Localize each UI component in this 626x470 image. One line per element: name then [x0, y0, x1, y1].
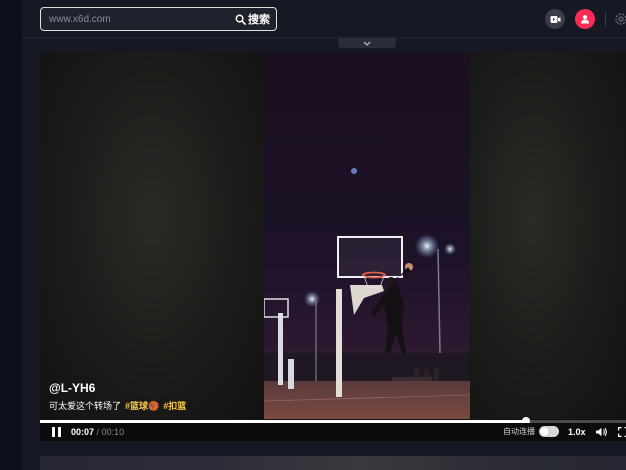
video-player[interactable]: @L-YH6 可太爱这个转场了 #篮球🏀 #扣篮 00:07 / 00:10 自动连… — [40, 53, 626, 441]
pause-icon — [52, 427, 55, 437]
hoop-pole-left — [278, 313, 283, 385]
search-button-label: 搜索 — [248, 14, 270, 26]
chevron-down-icon — [363, 41, 371, 46]
autoplay-label: 自动连播 — [503, 427, 535, 436]
video-blur-backdrop-right — [470, 53, 626, 419]
user-icon — [581, 15, 589, 24]
video-blur-backdrop-left — [40, 53, 264, 419]
player-head — [387, 277, 395, 285]
floodlight-glow-left — [304, 291, 320, 307]
collapse-header-button[interactable] — [338, 38, 396, 48]
app-root: 搜索 — [0, 0, 626, 470]
fullscreen-icon[interactable] — [618, 427, 626, 437]
search-box: 搜索 — [40, 7, 277, 31]
time-separator: / — [94, 427, 102, 437]
hashtag-basketball[interactable]: #篮球🏀 — [125, 401, 159, 411]
video-frame — [264, 53, 470, 419]
floodlight-glow-far-right — [444, 243, 456, 255]
pause-icon-bar — [58, 427, 61, 437]
settings-button[interactable] — [614, 12, 626, 26]
search-input[interactable] — [49, 8, 229, 30]
search-button[interactable]: 搜索 — [235, 11, 270, 27]
current-time: 00:07 — [71, 427, 95, 437]
left-sidebar — [0, 0, 22, 470]
duration: 00:10 — [101, 427, 125, 437]
bench — [392, 377, 432, 381]
moon — [351, 168, 357, 174]
playback-speed-button[interactable]: 1.0x — [568, 427, 586, 437]
camera-icon — [550, 15, 560, 23]
top-actions — [545, 8, 626, 30]
backboard — [337, 236, 403, 278]
top-divider — [605, 12, 606, 26]
next-video-preview[interactable] — [40, 456, 626, 470]
distant-trees — [264, 353, 470, 383]
time-display: 00:07 / 00:10 — [71, 427, 124, 437]
top-bar: 搜索 — [22, 0, 626, 38]
video-author[interactable]: @L-YH6 — [49, 381, 349, 395]
search-icon — [235, 14, 246, 25]
player-controls: 00:07 / 00:10 自动连播 1.0x — [40, 423, 626, 441]
autoplay-toggle[interactable] — [539, 426, 559, 437]
video-description: 可太爱这个转场了 #篮球🏀 #扣篮 — [49, 399, 349, 412]
video-caption: @L-YH6 可太爱这个转场了 #篮球🏀 #扣篮 — [49, 381, 349, 412]
hashtag-dunk[interactable]: #扣篮 — [163, 401, 186, 411]
volume-icon[interactable] — [596, 427, 608, 437]
video-description-text: 可太爱这个转场了 — [49, 401, 122, 411]
user-avatar-button[interactable] — [575, 9, 595, 29]
autoplay-control: 自动连播 — [503, 426, 559, 437]
upload-video-button[interactable] — [545, 9, 565, 29]
settings-icon — [615, 13, 626, 25]
floodlight-glow-right — [415, 234, 439, 258]
pause-button[interactable] — [52, 427, 62, 437]
